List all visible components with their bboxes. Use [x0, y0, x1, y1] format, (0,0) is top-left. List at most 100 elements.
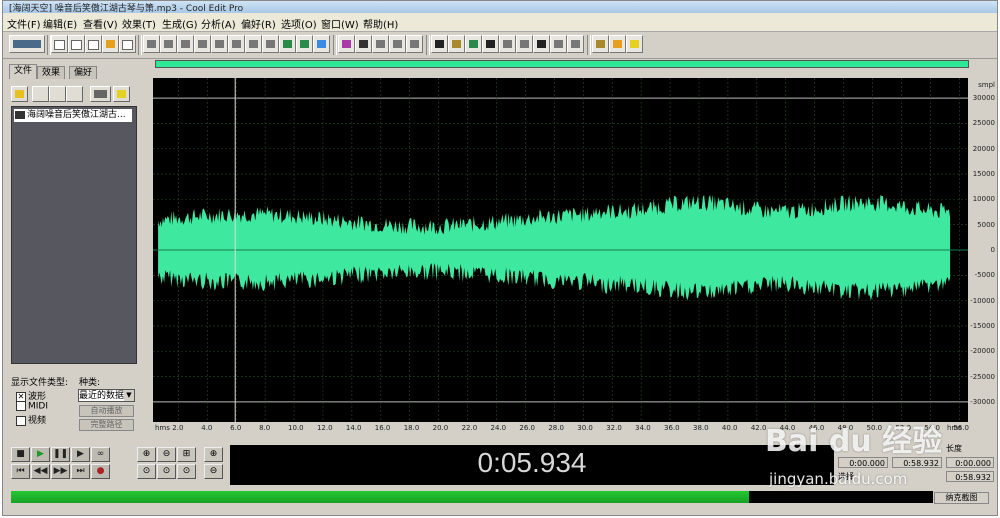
checkbox[interactable] — [16, 401, 26, 411]
amplitude-tick-label: -25000 — [970, 372, 995, 381]
menu-view[interactable]: 查看(V) — [83, 16, 118, 31]
checkbox[interactable] — [16, 415, 26, 426]
zoom-out-horizontal-button[interactable]: ⊖ — [157, 447, 176, 462]
play-button[interactable]: ▶ — [31, 447, 50, 462]
tab-files[interactable]: 文件 — [9, 64, 38, 79]
zoom-full-button[interactable]: ⊞ — [177, 447, 196, 462]
close-button[interactable] — [49, 86, 66, 102]
tab-favorites[interactable]: 偏好 — [69, 66, 98, 79]
chevron-down-icon[interactable]: ▼ — [124, 390, 134, 401]
cue-list-button[interactable] — [406, 35, 423, 53]
zoom-out-vertical-button[interactable]: ⊖ — [204, 464, 223, 479]
rewind-button[interactable]: ◀◀ — [31, 464, 50, 479]
view-length-field[interactable]: 0:58.932 — [946, 471, 994, 482]
settings-button[interactable] — [592, 35, 609, 53]
zoom-selection-button[interactable]: ⊙ — [137, 464, 156, 479]
menu-effects[interactable]: 效果(T) — [122, 16, 156, 31]
clip-button[interactable] — [296, 35, 313, 53]
menu-analyze[interactable]: 分析(A) — [201, 16, 236, 31]
begin-field[interactable]: 0:00.000 — [838, 457, 888, 468]
open-file-button[interactable] — [68, 35, 85, 53]
menu-options[interactable]: 选项(O) — [281, 16, 317, 31]
frequency-button[interactable] — [533, 35, 550, 53]
trim-button[interactable] — [228, 35, 245, 53]
open-folder-button[interactable] — [11, 86, 28, 102]
menu-file[interactable]: 文件(F) — [7, 16, 41, 31]
window-button[interactable] — [567, 35, 584, 53]
cut-button[interactable] — [177, 35, 194, 53]
grid-button[interactable] — [372, 35, 389, 53]
paste-new-button[interactable] — [262, 35, 279, 53]
tab-effects[interactable]: 效果 — [37, 66, 66, 79]
insert-button[interactable] — [66, 86, 83, 102]
spectral-view-button[interactable] — [355, 35, 372, 53]
time-tick-label: 40.0 — [721, 424, 738, 432]
new-file-button[interactable] — [51, 35, 68, 53]
type-midi[interactable]: MIDI — [16, 401, 48, 412]
help-button[interactable] — [626, 35, 643, 53]
overview-bar[interactable] — [155, 60, 969, 68]
transport-controls: ■ ▶ ❚❚ ▶ ∞ ⏮ ◀◀ ▶▶ ⏭ ● — [9, 445, 129, 483]
copy-button[interactable] — [194, 35, 211, 53]
zoom-left-button[interactable]: ⊙ — [157, 464, 176, 479]
loop-button[interactable]: ∞ — [91, 447, 110, 462]
screenshot-button[interactable]: 纳克截图 — [934, 492, 989, 504]
list-item[interactable]: 海阔噪音后笑傲江湖古... — [14, 109, 132, 122]
insert-multitrack-button[interactable] — [279, 35, 296, 53]
waveform-view-button[interactable] — [431, 35, 448, 53]
fast-forward-button[interactable]: ▶▶ — [51, 464, 70, 479]
type-video[interactable]: 视频 — [16, 413, 46, 426]
help-icon[interactable] — [113, 86, 130, 102]
toolbar-separator — [333, 35, 337, 55]
close-file-button[interactable] — [119, 35, 136, 53]
play-to-end-button[interactable]: ▶ — [71, 447, 90, 462]
play-cursor-button[interactable] — [482, 35, 499, 53]
menu-window[interactable]: 窗口(W) — [321, 16, 359, 31]
undo-button[interactable] — [143, 35, 160, 53]
checkbox-checked[interactable]: ✕ — [16, 391, 26, 402]
menu-favorites[interactable]: 偏好(R) — [241, 16, 276, 31]
save-button[interactable] — [85, 35, 102, 53]
sample-rate-button[interactable] — [516, 35, 533, 53]
zoom-button[interactable] — [499, 35, 516, 53]
menu-edit[interactable]: 编辑(E) — [43, 16, 77, 31]
end-field[interactable]: 0:58.932 — [892, 457, 942, 468]
auto-play-button[interactable]: 自动播放 — [79, 405, 134, 417]
amplitude-tick-label: 10000 — [972, 195, 995, 204]
zoom-right-button[interactable]: ⊙ — [177, 464, 196, 479]
menu-generate[interactable]: 生成(G) — [162, 16, 198, 31]
list-button[interactable] — [550, 35, 567, 53]
sort-select[interactable]: 最近的数据 ▼ — [78, 389, 135, 402]
go-to-start-button[interactable]: ⏮ — [11, 464, 30, 479]
save-all-button[interactable] — [102, 35, 119, 53]
info-button[interactable] — [465, 35, 482, 53]
time-tick-label: 36.0 — [664, 424, 680, 432]
go-to-end-button[interactable]: ⏭ — [71, 464, 90, 479]
zoom-in-horizontal-button[interactable]: ⊕ — [137, 447, 156, 462]
redo-button[interactable] — [160, 35, 177, 53]
options-button[interactable] — [90, 86, 111, 102]
zoom-in-vertical-button[interactable]: ⊕ — [204, 447, 223, 462]
import-button[interactable] — [32, 86, 49, 102]
level-meter-fill — [11, 491, 749, 503]
time-tick-label: 20.0 — [432, 424, 449, 432]
amplitude-tick-label: -20000 — [970, 347, 995, 356]
mix-paste-button[interactable] — [245, 35, 262, 53]
record-button[interactable] — [313, 35, 330, 53]
menu-help[interactable]: 帮助(H) — [363, 16, 398, 31]
multitrack-toggle-button[interactable] — [9, 35, 45, 53]
pause-button[interactable]: ❚❚ — [51, 447, 70, 462]
paste-button[interactable] — [211, 35, 228, 53]
edit-tool-button[interactable] — [609, 35, 626, 53]
title-bar[interactable]: [海阔天空] 噪音后笑傲江湖古琴与箫.mp3 - Cool Edit Pro — [3, 1, 997, 14]
organizer-panel: 文件 效果 偏好 海阔噪音后笑傲江湖古... 显示文件类型: 种类: ✕ 波形 M… — [9, 64, 138, 434]
time-tick-label: 42.0 — [750, 424, 767, 432]
full-path-button[interactable]: 完整路径 — [79, 419, 134, 431]
spectral-button[interactable] — [448, 35, 465, 53]
waveform-display[interactable] — [153, 78, 968, 422]
envelope-button[interactable] — [338, 35, 355, 53]
markers-button[interactable] — [389, 35, 406, 53]
length-field[interactable]: 0:00.000 — [946, 457, 994, 468]
record-button[interactable]: ● — [91, 464, 110, 479]
stop-button[interactable]: ■ — [11, 447, 30, 462]
